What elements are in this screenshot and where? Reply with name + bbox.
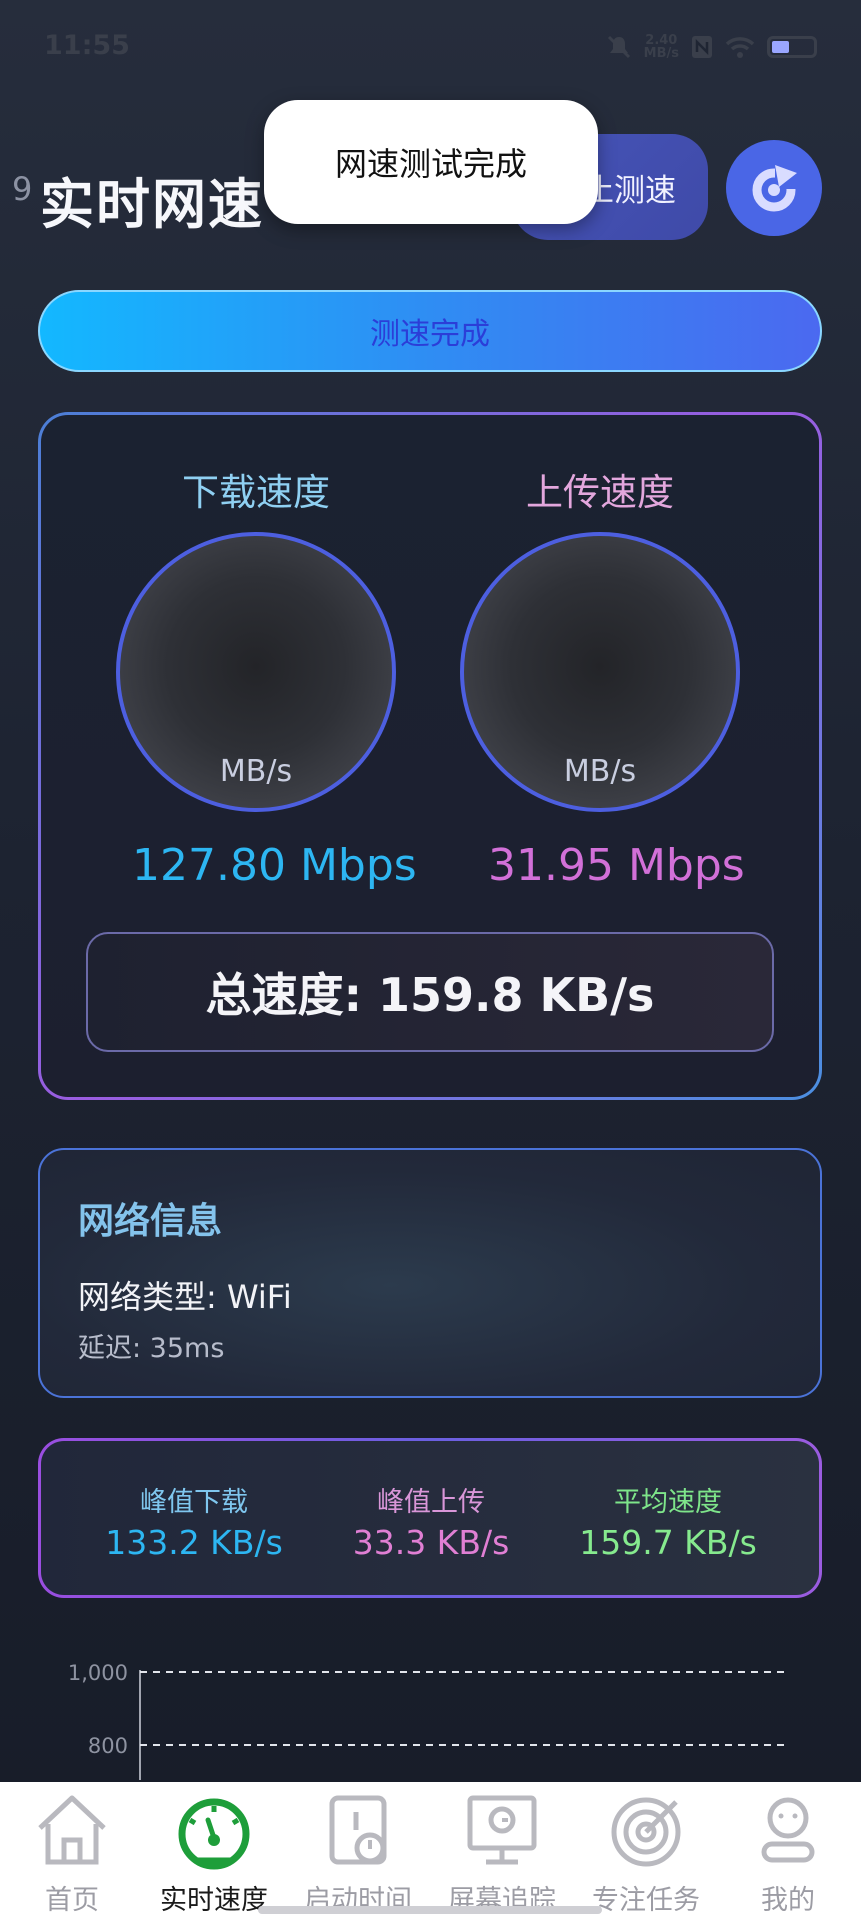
peak-upload-value: 33.3 KB/s bbox=[352, 1523, 510, 1562]
download-label: 下载速度 bbox=[182, 471, 330, 514]
tab-home[interactable]: 首页 bbox=[2, 1790, 142, 1917]
tab-startup-time[interactable]: 启动时间 bbox=[288, 1790, 428, 1917]
profile-icon bbox=[761, 1797, 815, 1863]
peak-upload-stat: 峰值上传 33.3 KB/s bbox=[311, 1480, 551, 1562]
mute-icon bbox=[607, 35, 630, 59]
partial-hidden-text: 9 bbox=[12, 170, 33, 208]
status-time: 11:55 bbox=[44, 30, 130, 61]
network-type: 网络类型: WiFi bbox=[78, 1278, 292, 1316]
test-status-bar: 测速完成 bbox=[38, 290, 822, 372]
network-speed-unit: MB/s bbox=[643, 46, 679, 61]
chart-ytick-1000: 1,000 bbox=[68, 1661, 128, 1685]
network-info-title: 网络信息 bbox=[78, 1201, 223, 1242]
tab-home-label: 首页 bbox=[45, 1885, 99, 1916]
status-icons: 2.40 MB/s bbox=[606, 34, 817, 60]
upload-speed-value: 31.95 Mbps bbox=[488, 840, 745, 891]
screen-track-icon bbox=[467, 1795, 537, 1865]
peak-download-stat: 峰值下载 133.2 KB/s bbox=[74, 1480, 314, 1562]
page-title: 实时网速 bbox=[40, 173, 264, 236]
network-speed-indicator: 2.40 MB/s bbox=[644, 34, 679, 60]
speedometer-icon bbox=[178, 1798, 250, 1870]
home-indicator[interactable] bbox=[258, 1906, 602, 1914]
toast-message: 网速测试完成 bbox=[264, 100, 598, 224]
startup-time-icon bbox=[329, 1795, 387, 1865]
peak-download-value: 133.2 KB/s bbox=[105, 1523, 283, 1562]
tab-profile-label: 我的 bbox=[761, 1885, 815, 1916]
tab-profile[interactable]: 我的 bbox=[718, 1790, 858, 1917]
tab-realtime-speed[interactable]: 实时速度 bbox=[144, 1790, 284, 1917]
target-icon bbox=[611, 1797, 681, 1867]
refresh-button[interactable] bbox=[726, 140, 822, 236]
average-speed-label: 平均速度 bbox=[614, 1487, 722, 1518]
battery-icon bbox=[767, 36, 817, 58]
download-speed-value: 127.80 Mbps bbox=[132, 840, 417, 891]
upload-gauge-unit: MB/s bbox=[563, 754, 637, 789]
average-speed-value: 159.7 KB/s bbox=[579, 1523, 757, 1562]
upload-label: 上传速度 bbox=[526, 471, 674, 514]
tab-screen-tracking[interactable]: 屏幕追踪 bbox=[432, 1790, 572, 1917]
tab-focus-task[interactable]: 专注任务 bbox=[576, 1790, 716, 1917]
peak-download-label: 峰值下载 bbox=[140, 1487, 248, 1518]
average-speed-stat: 平均速度 159.7 KB/s bbox=[548, 1480, 788, 1562]
network-latency: 延迟: 35ms bbox=[78, 1333, 225, 1364]
total-speed: 总速度: 159.8 KB/s bbox=[205, 968, 655, 1022]
nfc-icon bbox=[692, 36, 712, 58]
chart-ytick-800: 800 bbox=[88, 1734, 128, 1758]
peak-upload-label: 峰值上传 bbox=[377, 1487, 485, 1518]
refresh-icon bbox=[752, 165, 801, 212]
wifi-icon bbox=[725, 37, 755, 58]
home-icon bbox=[38, 1795, 106, 1865]
speed-history-chart: 1,000 800 bbox=[68, 1661, 786, 1780]
download-gauge-unit: MB/s bbox=[219, 754, 293, 789]
total-speed-box: 总速度: 159.8 KB/s bbox=[86, 932, 774, 1052]
